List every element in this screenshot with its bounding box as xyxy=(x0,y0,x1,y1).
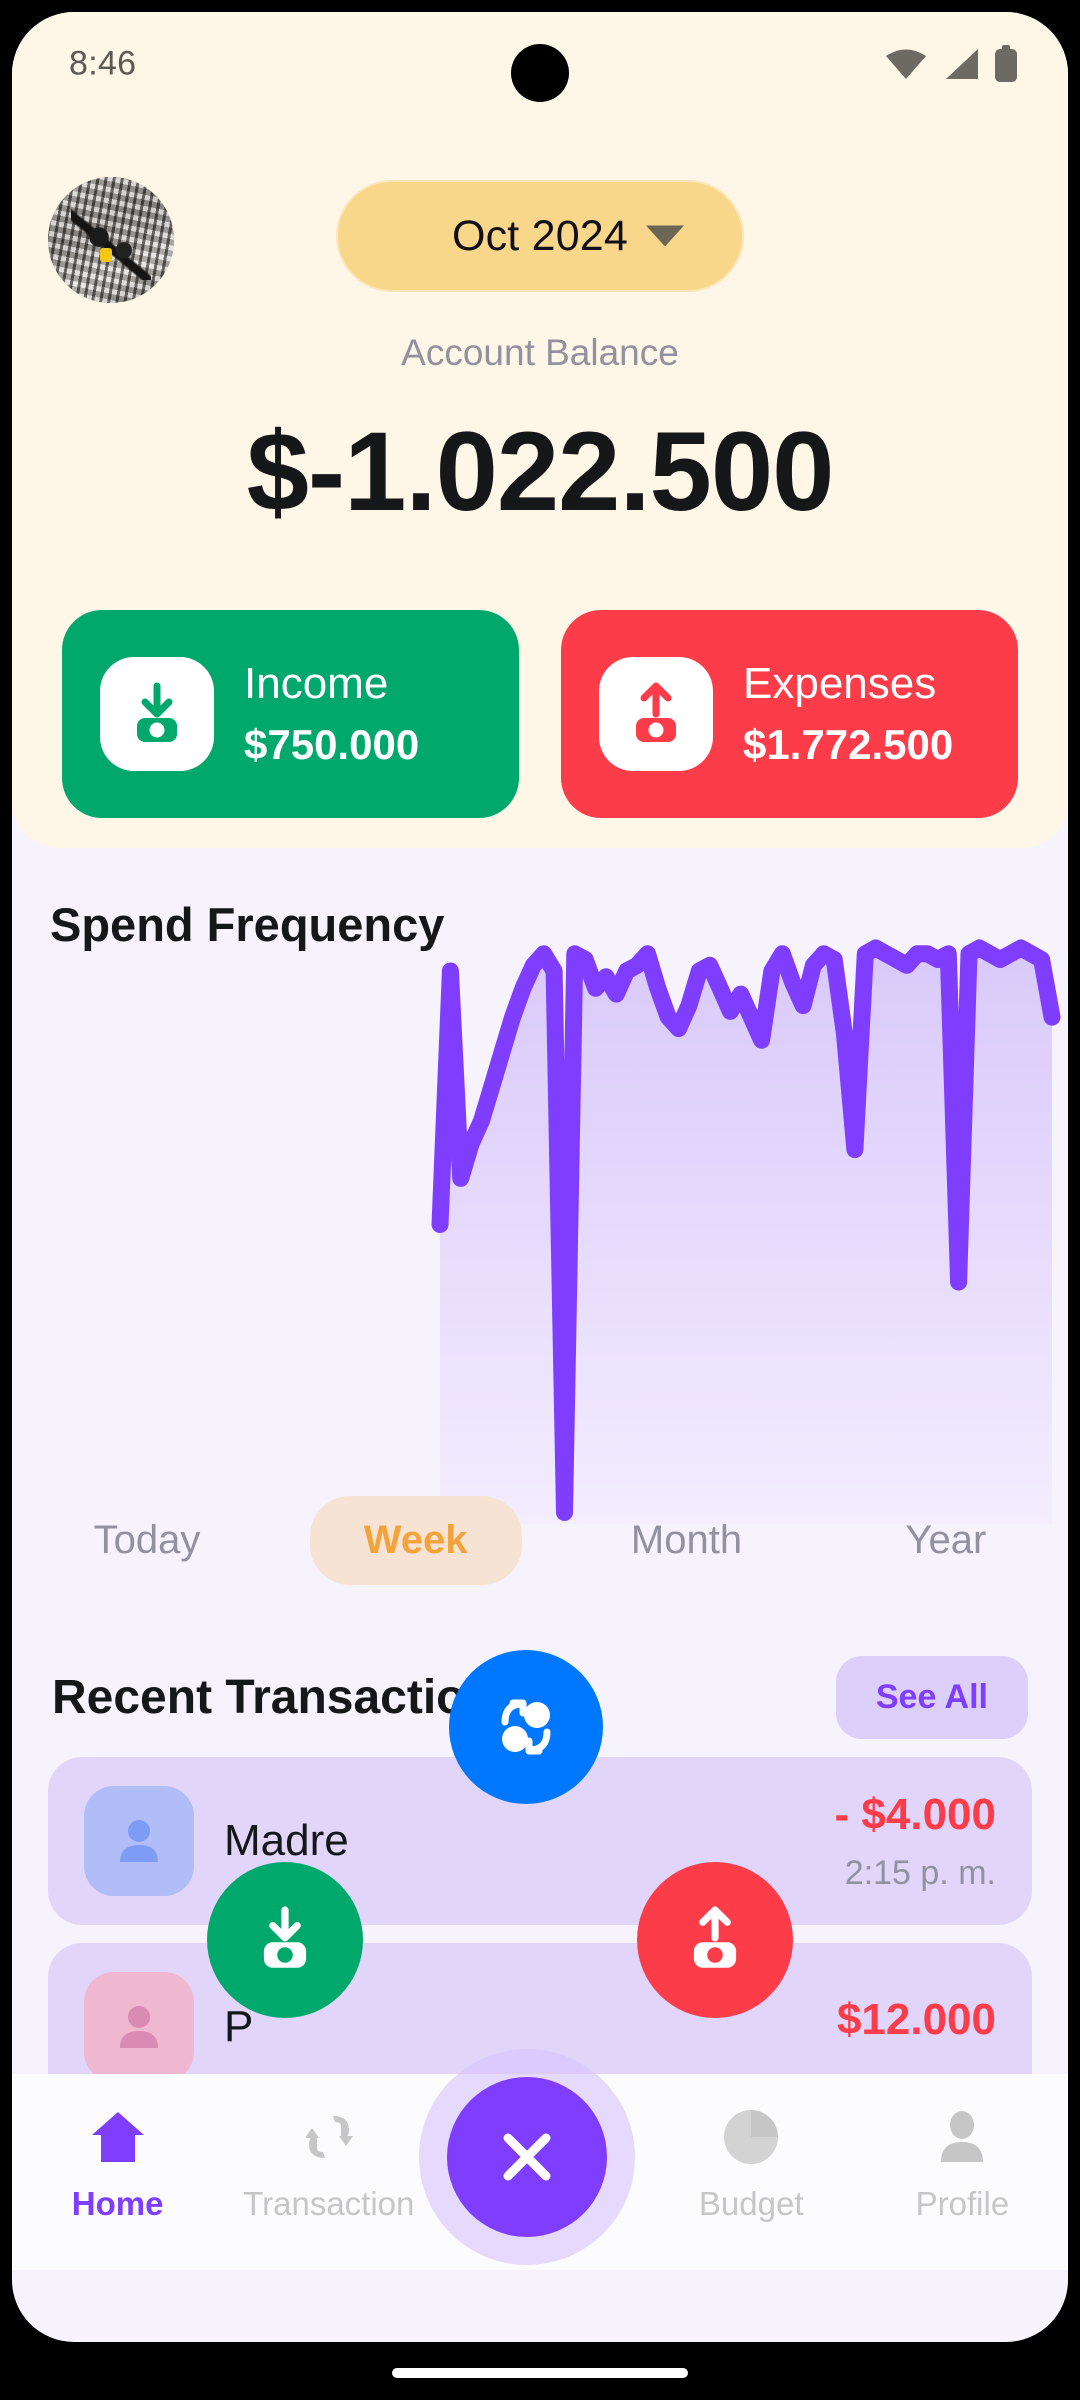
transaction-amount: - $4.000 xyxy=(834,1789,996,1839)
pie-chart-icon xyxy=(721,2108,781,2171)
tab-month[interactable]: Month xyxy=(577,1496,796,1585)
balance-label: Account Balance xyxy=(401,332,679,373)
see-all-button[interactable]: See All xyxy=(835,1655,1028,1739)
expenses-card-amount: $1.772.500 xyxy=(743,721,954,768)
expenses-card-title: Expenses xyxy=(743,659,937,708)
person-icon xyxy=(84,1972,194,2082)
chevron-down-icon xyxy=(646,225,684,247)
period-tabs: Today Week Month Year xyxy=(12,1485,1068,1595)
avatar-image-accent xyxy=(99,247,112,262)
nav-item-budget[interactable]: Budget xyxy=(646,2108,857,2223)
expense-arrow-up-icon xyxy=(599,657,713,771)
nav-item-transaction[interactable]: Transaction xyxy=(223,2108,434,2223)
transaction-meta: $12.000 xyxy=(837,1995,996,2059)
fab-transfer-button[interactable] xyxy=(449,1650,603,1804)
transaction-icon xyxy=(299,2108,359,2171)
income-card-amount: $750.000 xyxy=(244,721,420,768)
tab-week[interactable]: Week xyxy=(309,1495,522,1585)
status-bar-icons xyxy=(884,45,1018,83)
status-time: 8:46 xyxy=(69,44,137,83)
income-card-title: Income xyxy=(244,659,389,708)
expenses-card-text: Expenses $1.772.500 xyxy=(743,659,953,769)
cellular-icon xyxy=(942,47,980,81)
app-screen: 8:46 Oct 2024 Account Balance $-1.022.50… xyxy=(12,12,1068,2342)
month-selector-label: Oct 2024 xyxy=(451,211,629,260)
nav-label-profile: Profile xyxy=(915,2185,1010,2222)
month-selector[interactable]: Oct 2024 xyxy=(336,180,744,292)
nav-label-transaction: Transaction xyxy=(243,2185,415,2222)
income-arrow-down-icon xyxy=(263,1906,307,1968)
spend-frequency-chart xyxy=(12,932,1068,1532)
expense-arrow-up-icon xyxy=(693,1906,737,1968)
transaction-meta: - $4.000 2:15 p. m. xyxy=(835,1790,996,1893)
nav-item-profile[interactable]: Profile xyxy=(857,2108,1068,2223)
phone-device-frame: 8:46 Oct 2024 Account Balance $-1.022.50… xyxy=(0,0,1080,2400)
camera-punch-hole xyxy=(511,44,569,102)
income-card-text: Income $750.000 xyxy=(244,659,419,769)
home-indicator xyxy=(392,2368,688,2378)
avatar-image-detail xyxy=(70,202,152,281)
wifi-icon xyxy=(884,47,928,81)
tab-year[interactable]: Year xyxy=(851,1496,1040,1585)
fab-income-button[interactable] xyxy=(207,1862,363,2018)
income-card[interactable]: Income $750.000 xyxy=(62,610,519,818)
person-icon xyxy=(932,2108,992,2171)
fab-expense-button[interactable] xyxy=(637,1862,793,2018)
chart-svg xyxy=(431,939,1061,1524)
transfer-exchange-icon xyxy=(501,1699,551,1755)
close-x-icon xyxy=(503,2133,551,2181)
summary-cards: Income $750.000 Expenses $1.772.500 xyxy=(12,610,1068,818)
transaction-amount: $12.000 xyxy=(836,1995,996,2044)
spend-frequency-title: Spend Frequency xyxy=(50,898,445,951)
home-icon xyxy=(88,2108,148,2171)
nav-label-home: Home xyxy=(71,2185,164,2222)
person-icon xyxy=(84,1786,194,1896)
transaction-name: Madre xyxy=(224,1816,349,1865)
expenses-card[interactable]: Expenses $1.772.500 xyxy=(561,610,1018,818)
transaction-time: 2:15 p. m. xyxy=(844,1853,996,1892)
fab-close-button[interactable] xyxy=(447,2077,607,2237)
nav-item-home[interactable]: Home xyxy=(12,2108,223,2223)
avatar[interactable] xyxy=(48,177,174,303)
balance-amount: $-1.022.500 xyxy=(246,409,835,534)
battery-icon xyxy=(994,45,1018,83)
nav-label-budget: Budget xyxy=(698,2185,804,2222)
income-arrow-down-icon xyxy=(100,657,214,771)
tab-today[interactable]: Today xyxy=(40,1496,255,1585)
